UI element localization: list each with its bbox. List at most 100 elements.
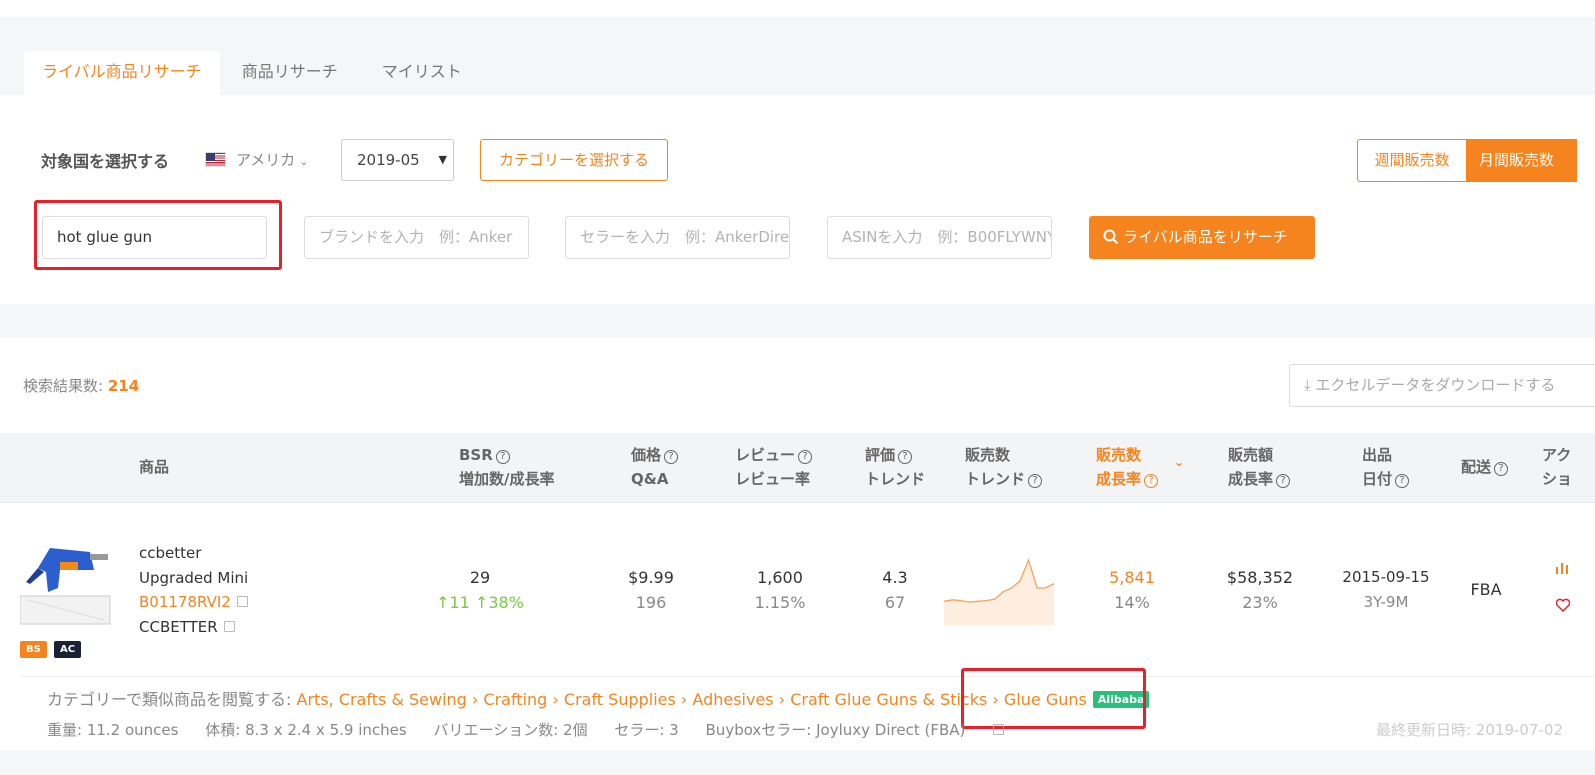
product-image[interactable] bbox=[20, 540, 118, 636]
review-count: 1,600 bbox=[757, 568, 803, 587]
seller-input[interactable]: セラーを入力 例：AnkerDirect bbox=[565, 216, 790, 259]
amazon-choice-badge: AC bbox=[54, 641, 82, 658]
col-sales-trend[interactable]: 販売数 トレンド? bbox=[965, 443, 1043, 491]
revenue-cell: $58,352 23% bbox=[1215, 565, 1305, 615]
brand-input[interactable]: ブランドを入力 例：Anker bbox=[304, 216, 529, 259]
col-review-sub: レビュー率 bbox=[735, 470, 811, 488]
select-category-button[interactable]: カテゴリーを選択する bbox=[480, 139, 668, 181]
external-link-icon[interactable] bbox=[993, 724, 1005, 735]
search-button-label: ライバル商品をリサーチ bbox=[1123, 228, 1288, 246]
product-brand: ccbetter bbox=[139, 544, 202, 562]
col-action-sub: ショ bbox=[1542, 470, 1573, 488]
col-review-title: レビュー bbox=[735, 446, 796, 464]
bottom-strip bbox=[0, 750, 1595, 775]
col-bsr-title: BSR bbox=[459, 446, 493, 464]
col-sales-growth-title: 販売数 bbox=[1096, 446, 1142, 464]
col-revenue[interactable]: 販売額 成長率? bbox=[1228, 443, 1291, 491]
help-icon[interactable]: ? bbox=[495, 450, 510, 464]
download-icon: ⤓ bbox=[1304, 376, 1316, 394]
col-rating[interactable]: 評価? トレンド bbox=[865, 443, 925, 491]
help-icon[interactable]: ? bbox=[1276, 474, 1291, 488]
col-rating-sub: トレンド bbox=[865, 470, 926, 488]
col-sales-growth[interactable]: 販売数成長率? bbox=[1096, 443, 1159, 491]
col-bsr[interactable]: BSR? 増加数/成長率 bbox=[459, 443, 554, 491]
listed-date: 2015-09-15 bbox=[1342, 568, 1430, 586]
col-listed-sub: 日付 bbox=[1362, 470, 1393, 488]
bsr-cell: 29 ↑11 ↑38% bbox=[430, 565, 530, 615]
col-review[interactable]: レビュー? レビュー率 bbox=[735, 443, 813, 491]
help-icon[interactable]: ? bbox=[1395, 474, 1410, 488]
weight-text: 重量: 11.2 ounces bbox=[47, 721, 179, 739]
col-price[interactable]: 価格? Q&A bbox=[631, 443, 679, 491]
delivery-value: FBA bbox=[1470, 580, 1502, 599]
help-icon[interactable]: ? bbox=[1028, 474, 1043, 488]
col-rating-title: 評価 bbox=[865, 446, 896, 464]
help-icon[interactable]: ? bbox=[798, 450, 813, 464]
arrow-up-icon: ↑ bbox=[436, 593, 450, 612]
revenue-value: $58,352 bbox=[1226, 568, 1294, 587]
sales-trend-sparkline[interactable] bbox=[944, 551, 1054, 625]
sales-growth-value: 14% bbox=[1114, 593, 1150, 612]
product-seller[interactable]: CCBETTER bbox=[139, 618, 218, 636]
help-icon[interactable]: ? bbox=[898, 450, 913, 464]
review-rate: 1.15% bbox=[754, 593, 806, 612]
category-label: カテゴリーで類似商品を閲覧する: bbox=[47, 690, 297, 709]
best-seller-badge: BS bbox=[20, 641, 47, 658]
product-name[interactable]: Upgraded Mini bbox=[139, 566, 248, 591]
buybox-text: Buyboxセラー: Joyluxy Direct (FBA) bbox=[706, 721, 1027, 739]
weekly-sales-button[interactable]: 週間販売数 bbox=[1357, 139, 1467, 182]
review-cell: 1,600 1.15% bbox=[740, 565, 820, 615]
help-icon[interactable]: ? bbox=[664, 450, 679, 464]
tab-rival-research[interactable]: ライバル商品リサーチ bbox=[24, 51, 220, 95]
tab-bar: ライバル商品リサーチ 商品リサーチ マイリスト bbox=[24, 51, 484, 95]
col-listed-date[interactable]: 出品日付? bbox=[1362, 443, 1410, 491]
col-bsr-sub: 増加数/成長率 bbox=[459, 470, 555, 488]
listed-date-cell: 2015-09-15 3Y-9M bbox=[1336, 565, 1436, 615]
heart-icon[interactable] bbox=[1556, 598, 1570, 612]
price-value: $9.99 bbox=[628, 568, 674, 587]
last-updated: 最終更新日時: 2019-07-02 bbox=[1376, 721, 1563, 739]
bsr-growth: 38% bbox=[488, 593, 524, 612]
sellers-text: セラー: 3 bbox=[614, 721, 679, 739]
chevron-down-icon: ⌄ bbox=[299, 155, 309, 168]
col-delivery[interactable]: 配送? bbox=[1461, 455, 1509, 479]
product-meta: 重量: 11.2 ounces 体積: 8.3 x 2.4 x 5.9 inch… bbox=[47, 719, 1048, 740]
product-asin-link[interactable]: B01178RVI2 bbox=[139, 593, 231, 611]
col-sales-growth-sub: 成長率 bbox=[1096, 470, 1142, 488]
sales-growth-cell: 5,841 14% bbox=[1092, 565, 1172, 615]
bsr-value: 29 bbox=[469, 568, 491, 587]
tab-product-research[interactable]: 商品リサーチ bbox=[220, 51, 360, 95]
external-link-icon[interactable] bbox=[236, 596, 248, 607]
col-product[interactable]: 商品 bbox=[139, 455, 169, 479]
result-count-value: 214 bbox=[107, 377, 140, 395]
rating-trend: 67 bbox=[884, 593, 906, 612]
top-bar bbox=[0, 0, 1595, 17]
col-action-title: アク bbox=[1542, 446, 1572, 464]
asin-input[interactable]: ASINを入力 例：B00FLYWNYQ bbox=[827, 216, 1052, 259]
buybox-value: Buyboxセラー: Joyluxy Direct (FBA) bbox=[705, 721, 966, 739]
search-button[interactable]: ライバル商品をリサーチ bbox=[1089, 216, 1315, 259]
monthly-sales-button[interactable]: 月間販売数 bbox=[1467, 139, 1577, 182]
col-sales-trend-title: 販売数 bbox=[965, 446, 1011, 464]
dropdown-arrow-icon: ▼ bbox=[438, 153, 447, 166]
sales-period-toggle: 週間販売数 月間販売数 bbox=[1357, 139, 1577, 182]
col-listed-title: 出品 bbox=[1362, 446, 1393, 464]
row-divider bbox=[22, 676, 1595, 677]
sort-desc-icon[interactable]: ⌄ bbox=[1174, 455, 1184, 469]
help-icon[interactable]: ? bbox=[1144, 474, 1159, 488]
col-price-sub: Q&A bbox=[631, 470, 669, 488]
month-select[interactable]: 2019-05 ▼ bbox=[341, 139, 454, 181]
tab-my-list[interactable]: マイリスト bbox=[360, 51, 484, 95]
country-select[interactable]: アメリカ ⌄ bbox=[236, 149, 308, 170]
col-delivery-title: 配送 bbox=[1461, 458, 1492, 476]
table-header: 商品 BSR? 増加数/成長率 価格? Q&A レビュー? レビュー率 評価? トレンド… bbox=[0, 433, 1595, 503]
price-cell: $9.99 196 bbox=[611, 565, 691, 615]
external-link-icon[interactable] bbox=[223, 620, 235, 632]
help-icon[interactable]: ? bbox=[1494, 462, 1509, 476]
us-flag-icon bbox=[205, 152, 226, 167]
chart-icon[interactable] bbox=[1556, 560, 1570, 574]
download-excel-button[interactable]: ⤓ エクセルデータをダウンロードする bbox=[1289, 364, 1595, 407]
col-revenue-title: 販売額 bbox=[1228, 446, 1274, 464]
sparkline-area bbox=[944, 559, 1054, 625]
result-count: 検索結果数: 214 bbox=[23, 375, 139, 396]
